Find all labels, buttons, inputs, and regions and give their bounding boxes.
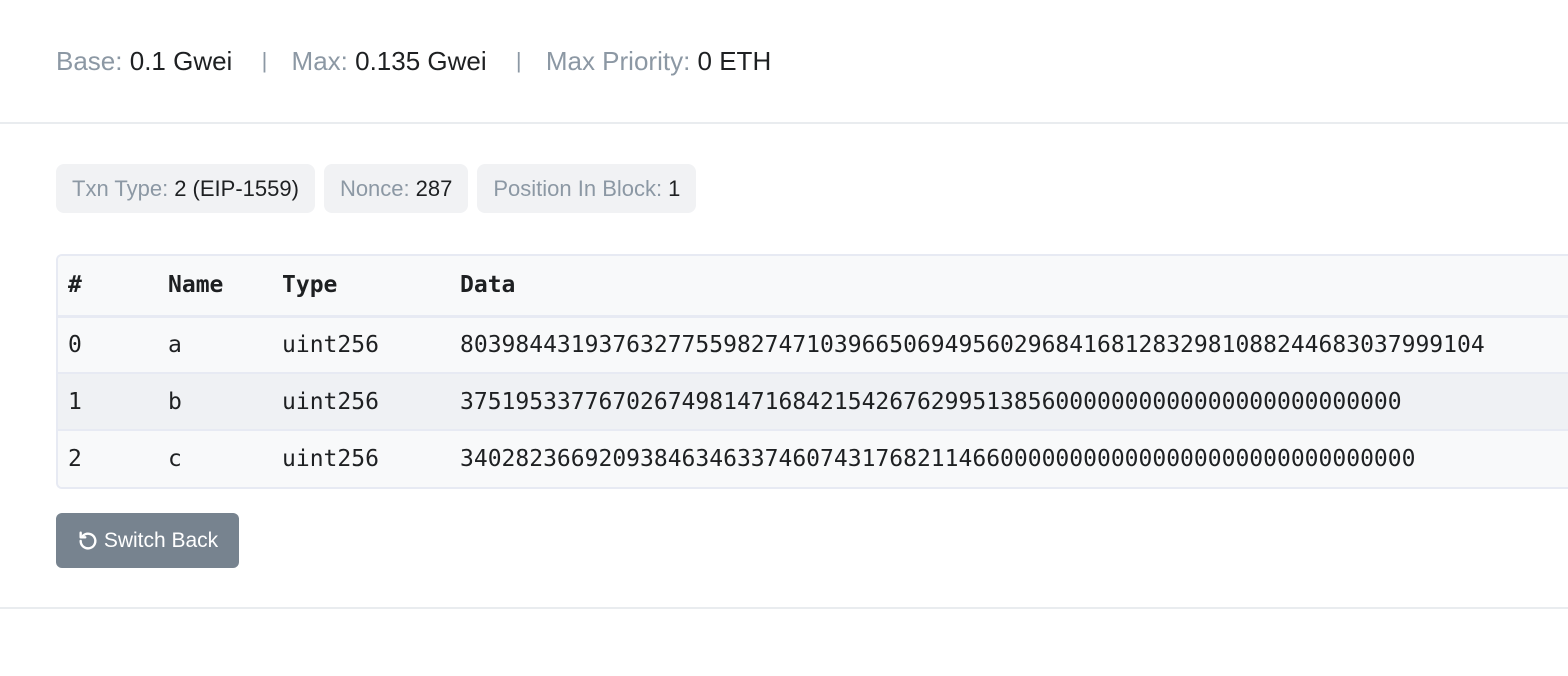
cell-name: c <box>168 446 182 472</box>
max-priority-label: Max Priority: <box>545 46 691 76</box>
column-header-name: Name <box>158 256 272 318</box>
switch-back-button[interactable]: Switch Back <box>56 513 239 568</box>
column-header-type: Type <box>272 256 450 318</box>
table-header-row: # Name Type Data <box>58 256 1568 318</box>
cell-data: 3751953377670267498147168421542676299513… <box>450 373 1568 431</box>
table-row: 1 b uint256 3751953377670267498147168421… <box>58 373 1568 431</box>
nonce-badge: Nonce: 287 <box>323 164 469 213</box>
cell-type: uint256 <box>272 373 450 431</box>
cell-index: 1 <box>58 373 158 431</box>
separator: | <box>515 48 522 73</box>
max-fee-label: Max: <box>291 46 348 76</box>
divider <box>0 122 1568 124</box>
max-priority-value: 0 ETH <box>697 46 772 76</box>
cell-type: uint256 <box>272 316 450 374</box>
base-fee-label: Base: <box>56 46 123 76</box>
txn-type-value: 2 (EIP-1559) <box>174 175 299 201</box>
decoded-input-table: # Name Type Data 0 a uint256 80398443193… <box>56 254 1568 489</box>
column-header-index: # <box>58 256 158 318</box>
txn-type-label: Txn Type: <box>72 175 169 201</box>
nonce-label: Nonce: <box>339 175 410 201</box>
nonce-value: 287 <box>415 175 453 201</box>
cell-data: 8039844319376327755982747103966506949560… <box>450 316 1568 374</box>
max-fee-value: 0.135 Gwei <box>355 46 487 76</box>
cell-index: 2 <box>68 446 82 472</box>
position-in-block-value: 1 <box>668 175 681 201</box>
transaction-details: Base: 0.1 Gwei | Max: 0.135 Gwei | Max P… <box>0 0 1568 676</box>
txn-attribute-badges: Txn Type: 2 (EIP-1559) Nonce: 287 Positi… <box>56 164 697 213</box>
switch-back-label: Switch Back <box>103 528 219 552</box>
divider <box>0 607 1568 609</box>
column-header-data: Data <box>450 256 1568 318</box>
cell-type: uint256 <box>282 446 379 472</box>
base-fee-value: 0.1 Gwei <box>129 46 233 76</box>
table-row: 2 c uint256 3402823669209384634633746074… <box>58 430 1568 487</box>
position-in-block-badge: Position In Block: 1 <box>477 164 697 213</box>
cell-data: 3402823669209384634633746074317682114660… <box>460 446 1416 472</box>
cell-name: b <box>158 373 272 431</box>
undo-icon <box>77 530 99 552</box>
cell-index: 0 <box>58 316 158 374</box>
separator: | <box>261 48 268 73</box>
gas-fee-summary: Base: 0.1 Gwei | Max: 0.135 Gwei | Max P… <box>56 42 771 82</box>
table-row: 0 a uint256 8039844319376327755982747103… <box>58 316 1568 374</box>
position-in-block-label: Position In Block: <box>493 175 663 201</box>
cell-name: a <box>158 316 272 374</box>
txn-type-badge: Txn Type: 2 (EIP-1559) <box>56 164 315 213</box>
